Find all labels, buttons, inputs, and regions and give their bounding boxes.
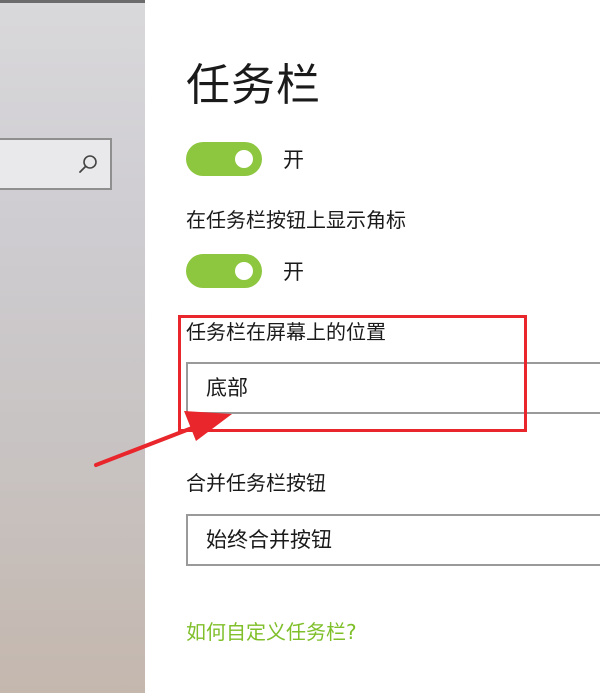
toggle-knob xyxy=(235,262,253,280)
combine-buttons-dropdown[interactable]: 始终合并按钮 xyxy=(186,514,600,566)
page-title: 任务栏 xyxy=(186,60,321,111)
search-icon[interactable] xyxy=(78,154,98,174)
toggle-knob xyxy=(235,150,253,168)
red-highlight-annotation xyxy=(178,315,527,432)
badge-toggle-state-label: 开 xyxy=(283,260,304,284)
window-top-edge xyxy=(0,0,145,3)
help-link-customize-taskbar[interactable]: 如何自定义任务栏? xyxy=(186,617,357,647)
search-input[interactable] xyxy=(0,138,112,190)
toggle-1-state-label: 开 xyxy=(283,148,304,172)
combine-buttons-label: 合并任务栏按钮 xyxy=(186,471,326,495)
combine-buttons-value: 始终合并按钮 xyxy=(206,528,332,552)
settings-nav-pane xyxy=(0,0,145,693)
badge-setting-label: 在任务栏按钮上显示角标 xyxy=(186,208,406,232)
toggle-switch-1[interactable] xyxy=(186,142,262,176)
badge-toggle-switch[interactable] xyxy=(186,254,262,288)
